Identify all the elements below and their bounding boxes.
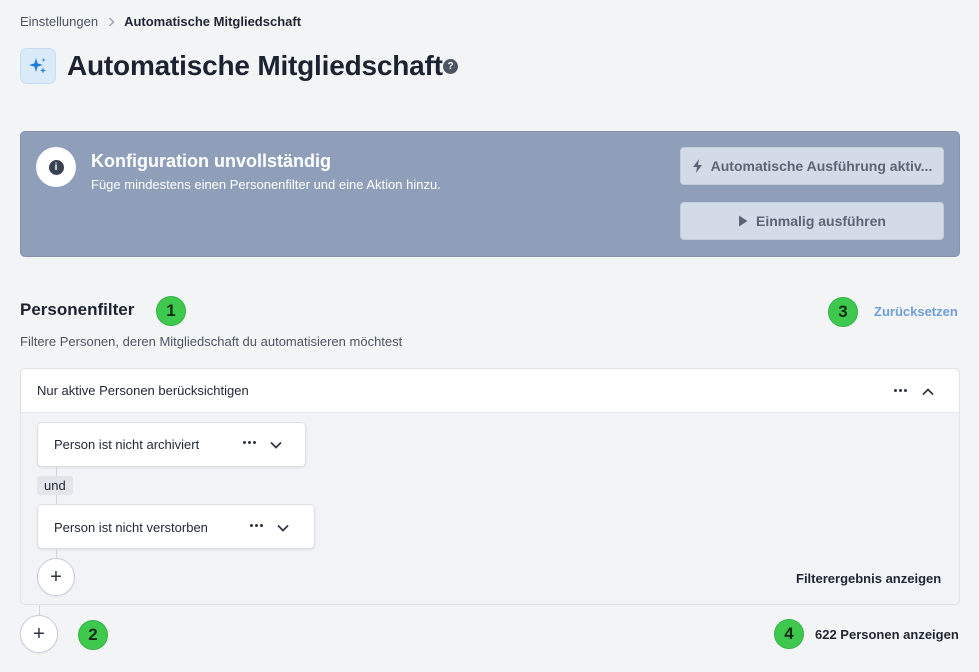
breadcrumb-current: Automatische Mitgliedschaft	[124, 14, 302, 29]
connector-line	[56, 549, 57, 558]
connector-line	[56, 467, 57, 476]
play-icon	[738, 215, 748, 227]
run-once-label: Einmalig ausführen	[756, 213, 886, 229]
banner-subtitle: Füge mindestens einen Personenfilter und…	[91, 177, 441, 192]
chevron-down-icon[interactable]	[276, 520, 290, 538]
breadcrumb-link-einstellungen[interactable]: Einstellungen	[20, 14, 98, 30]
run-once-button[interactable]: Einmalig ausführen	[680, 202, 944, 240]
show-persons-link[interactable]: 622 Personen anzeigen	[815, 627, 959, 643]
chevron-up-icon[interactable]	[921, 384, 935, 402]
auto-execution-label: Automatische Ausführung aktiv...	[710, 158, 933, 174]
step-badge-2: 2	[78, 620, 108, 650]
step-badge-4: 4	[774, 619, 804, 649]
breadcrumb: Einstellungen Automatische Mitgliedschaf…	[20, 14, 301, 30]
step-badge-3: 3	[828, 297, 858, 327]
add-filter-group-button[interactable]: +	[20, 615, 58, 653]
info-glyph: i	[48, 159, 64, 175]
conjunction-chip: und	[37, 476, 73, 495]
info-icon: i	[36, 147, 76, 187]
sparkles-icon	[20, 48, 56, 84]
filter-group-label: Nur aktive Personen berücksichtigen	[37, 383, 249, 398]
connector-line	[56, 495, 57, 504]
chevron-down-icon[interactable]	[269, 437, 283, 455]
add-rule-button[interactable]: +	[37, 558, 75, 596]
more-options-icon[interactable]	[894, 389, 907, 392]
bolt-icon	[692, 159, 703, 173]
auto-execution-button[interactable]: Automatische Ausführung aktiv...	[680, 147, 944, 185]
section-title: Personenfilter	[20, 300, 135, 319]
banner-title: Konfiguration unvollständig	[91, 151, 331, 171]
more-options-icon[interactable]	[243, 441, 256, 444]
help-icon[interactable]: ?	[443, 59, 458, 74]
step-badge-1: 1	[156, 296, 186, 326]
filter-rule-label: Person ist nicht verstorben	[54, 520, 208, 535]
more-options-icon[interactable]	[250, 524, 263, 527]
section-subtitle: Filtere Personen, deren Mitgliedschaft d…	[20, 334, 403, 349]
chevron-right-icon	[108, 17, 115, 27]
page-title: Automatische Mitgliedschaft	[67, 50, 443, 81]
reset-link[interactable]: Zurücksetzen	[874, 304, 958, 320]
show-filter-result-link[interactable]: Filterergebnis anzeigen	[796, 571, 941, 587]
filter-rule-label: Person ist nicht archiviert	[54, 437, 200, 452]
